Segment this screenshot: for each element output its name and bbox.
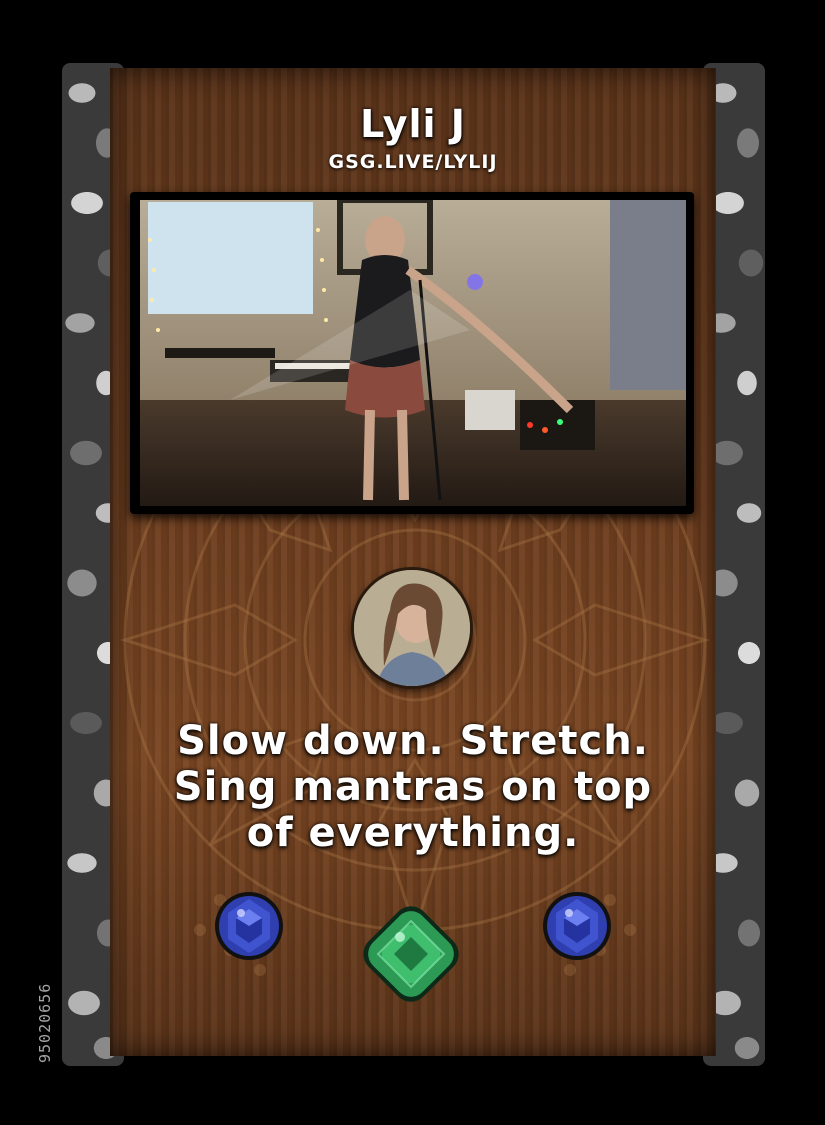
quote-line: Slow down. Stretch. [177, 718, 649, 764]
sapphire-gem-icon [215, 892, 283, 960]
serial-number: 95020656 [36, 982, 54, 1063]
artist-avatar [354, 570, 470, 686]
performance-photo [140, 200, 686, 506]
quote-text: Slow down. Stretch. Sing mantras on top … [120, 718, 706, 856]
card: Lyli J GSG.LIVE/LYLIJ Slow down. Stretch… [0, 0, 825, 1125]
quote-line: of everything. [246, 810, 580, 856]
sapphire-gem-icon [543, 892, 611, 960]
quote-line: Sing mantras on top [173, 764, 653, 810]
card-url: GSG.LIVE/LYLIJ [328, 151, 498, 173]
card-title: Lyli J [360, 102, 466, 146]
emerald-gem-icon [363, 906, 459, 1002]
